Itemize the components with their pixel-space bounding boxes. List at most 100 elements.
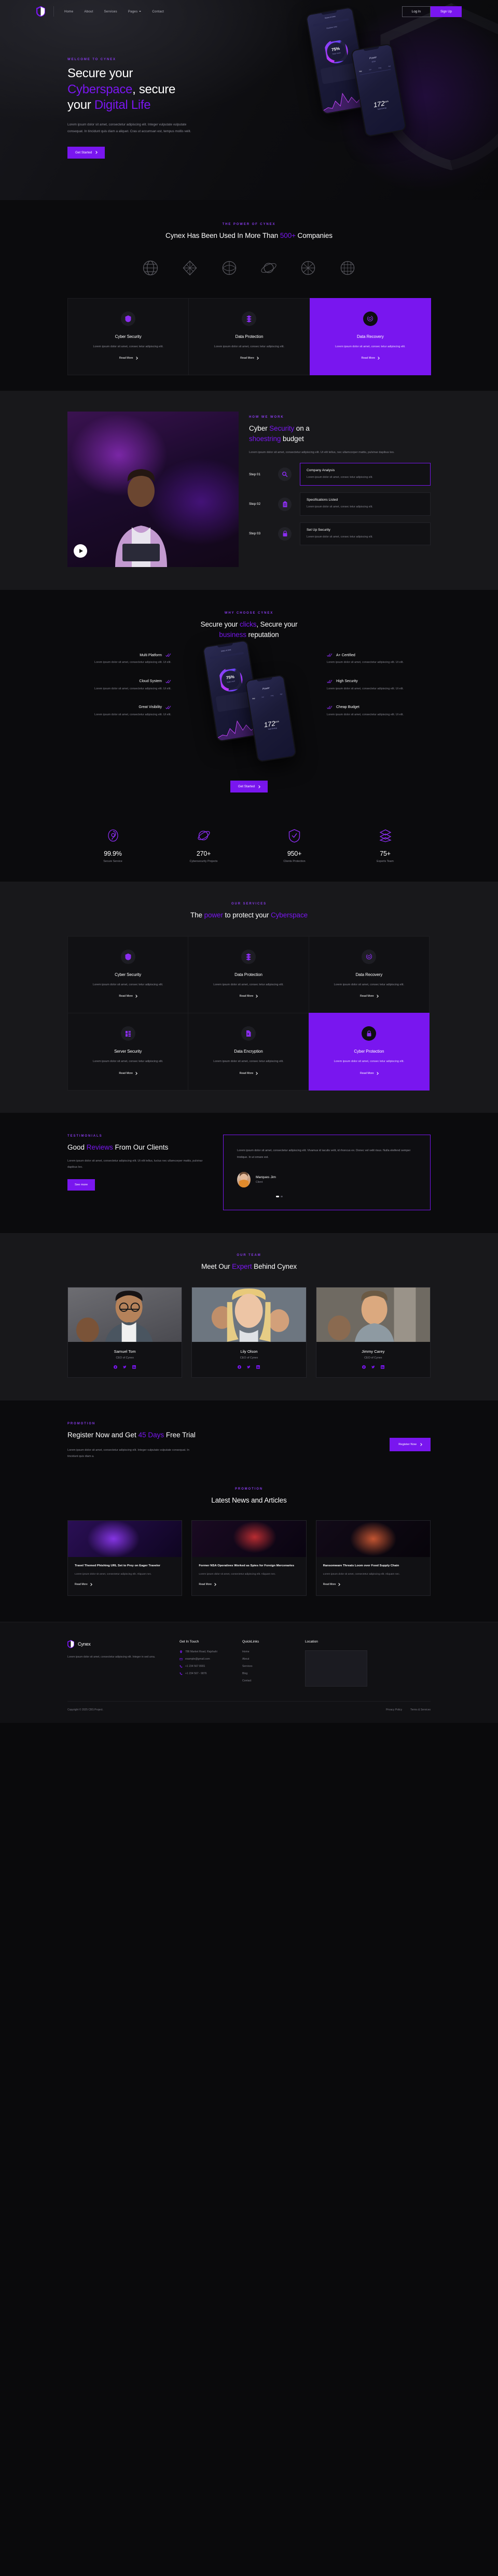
card-text: Lorem ipsum dolor sit amet, consec tetur… [213,983,284,986]
carousel-dot[interactable] [281,1196,283,1197]
footer-contact-item[interactable]: +1 234 567 8901 [179,1665,229,1668]
footer-brand[interactable]: Cynex [67,1639,166,1648]
how-video-thumbnail[interactable] [67,412,239,568]
footer-link-contact[interactable]: Contact [242,1679,292,1682]
nav-item-contact[interactable]: Contact [152,10,164,13]
team-member-card[interactable]: Lily Olson CEO of Cynex [191,1287,307,1378]
nav-item-services[interactable]: Services [104,10,117,13]
play-button[interactable] [74,544,87,558]
nav-item-home[interactable]: Home [64,10,73,13]
news-card[interactable]: Ransomware Threats Loom over Food Supply… [315,1520,431,1596]
read-more-link[interactable]: Read More [75,1583,92,1586]
facebook-icon[interactable] [114,1365,118,1369]
team-member-card[interactable]: Samuel Tom CEO of Cynex [67,1287,183,1378]
brand[interactable] [36,6,45,17]
phone-tab[interactable]: Aug [378,66,381,69]
phone-tab[interactable]: Jun [369,68,372,71]
service-card-server-security[interactable]: Server Security Lorem ipsum dolor sit am… [67,1013,189,1091]
read-more-link[interactable]: Read More [323,1583,341,1586]
footer-contact-item[interactable]: 786 Market Road, Rajshahi [179,1650,229,1653]
read-more-link[interactable]: Read More [240,995,258,998]
service-card-data-encryption[interactable]: Data Encryption Lorem ipsum dolor sit am… [188,1013,309,1091]
footer-link-home[interactable]: Home [242,1650,292,1653]
terms-services-link[interactable]: Terms & Services [410,1708,431,1711]
news-card[interactable]: Former NSA Operatives Worked as Spies fo… [191,1520,307,1596]
phone-tab[interactable]: Apr [388,65,391,67]
footer-map[interactable] [305,1650,367,1687]
service-card-data-protection[interactable]: Data Protection Lorem ipsum dolor sit am… [188,936,309,1014]
nav-item-pages[interactable]: Pages [128,10,142,13]
signup-button[interactable]: Sign Up [430,6,462,17]
service-card-data-recovery[interactable]: Data Recovery Lorem ipsum dolor sit amet… [309,298,431,376]
read-more-link[interactable]: Read More [119,995,137,998]
phone-tab[interactable]: Jun [261,696,265,699]
why-eyebrow: WHY CHOOSE CYNEX [224,612,274,615]
twitter-icon[interactable] [123,1365,127,1369]
news-thumbnail [316,1520,430,1557]
services-grid: Cyber Security Lorem ipsum dolor sit ame… [67,936,431,1091]
facebook-icon[interactable] [238,1365,242,1369]
stat-secure-service: 99.9% Secure Service [67,828,158,863]
read-more-link[interactable]: Read More [119,357,138,360]
why-phone-mockups: Status & Data 75% Total Used Power [171,640,327,777]
chevron-right-icon [255,1072,258,1075]
linkedin-icon[interactable] [132,1365,136,1369]
phone-tab[interactable]: July [252,698,255,700]
privacy-policy-link[interactable]: Privacy Policy [386,1708,402,1711]
why-item-great-visibility: Great Visibility Lorem ipsum dolor sit a… [67,705,171,718]
service-card-cyber-security[interactable]: Cyber Security Lorem ipsum dolor sit ame… [67,298,189,376]
step-card-specifications-listed[interactable]: Specifications Listed Lorem ipsum dolor … [300,492,431,516]
testimonial-author-role: Client [256,1181,263,1184]
phone-tab[interactable]: Apr [280,693,283,696]
register-now-button[interactable]: Register Now [390,1438,431,1452]
why-item-head: High Security [327,680,431,684]
footer-link-services[interactable]: Services [242,1665,292,1668]
footer-quicklinks-title: QuickLinks [242,1639,259,1644]
facebook-icon[interactable] [362,1365,366,1369]
footer-link-blog[interactable]: Blog [242,1672,292,1675]
news-card[interactable]: Travel Themed Phishing URL Set to Prey o… [67,1520,183,1596]
step-card-set-up-security[interactable]: Set Up Security Lorem ipsum dolor sit am… [300,522,431,546]
carousel-dot-active[interactable] [276,1196,279,1197]
why-cta-button[interactable]: Get Started [230,781,268,793]
step-row: Step 01 Company Analysis Lorem ipsum dol… [249,462,431,486]
footer-contact-item[interactable]: example@gmail.com [179,1658,229,1661]
read-more-link[interactable]: Read More [119,1072,137,1075]
phone-tab[interactable]: Aug [270,695,273,697]
phone-tab[interactable]: July [359,70,362,73]
service-card-data-recovery[interactable]: Data Recovery Lorem ipsum dolor sit amet… [308,936,430,1014]
how-title-pre: Cyber [249,424,270,433]
why-item-text: Lorem ipsum dolor sit amet, consectetur … [327,713,404,716]
linkedin-icon[interactable] [256,1365,260,1369]
footer-contact-column: Get In Touch 786 Market Road, Rajshahi e… [179,1640,229,1687]
step-card-company-analysis[interactable]: Company Analysis Lorem ipsum dolor sit a… [300,462,431,486]
phone-metric-2-unit: kWh [384,100,389,104]
team-eyebrow: OUR TEAM [237,1253,261,1257]
team-member-card[interactable]: Jimmy Carey CEO of Cynex [315,1287,431,1378]
read-more-link[interactable]: Read More [361,357,380,360]
service-card-cyber-security[interactable]: Cyber Security Lorem ipsum dolor sit ame… [67,936,189,1014]
carousel-dots [276,1196,417,1197]
header-divider [53,6,54,17]
why-title-mid: , Secure your [256,620,298,629]
service-card-data-protection[interactable]: Data Protection Lorem ipsum dolor sit am… [188,298,310,376]
read-more-link[interactable]: Read More [240,1072,258,1075]
hero-cta-button[interactable]: Get Started [67,146,105,159]
nav-item-about[interactable]: About [84,10,93,13]
logo-globe-icon [143,260,158,275]
read-more-link[interactable]: Read More [199,1583,216,1586]
read-more-link[interactable]: Read More [360,995,379,998]
twitter-icon[interactable] [247,1365,251,1369]
footer-link-about[interactable]: About [242,1658,292,1661]
linkedin-icon[interactable] [380,1365,384,1369]
card-title: Data Recovery [355,972,383,977]
chevron-right-icon [134,995,137,998]
service-card-cyber-protection[interactable]: Cyber Protection Lorem ipsum dolor sit a… [308,1013,430,1091]
see-more-button[interactable]: See more [67,1179,95,1191]
login-button[interactable]: Log In [402,6,431,17]
testimonial-quote: Lorem ipsum dolor sit amet, consectetur … [237,1149,411,1159]
read-more-link[interactable]: Read More [240,357,259,360]
footer-contact-item[interactable]: +1 234 567 - 9876 [179,1672,229,1675]
twitter-icon[interactable] [371,1365,375,1369]
read-more-link[interactable]: Read More [360,1072,379,1075]
